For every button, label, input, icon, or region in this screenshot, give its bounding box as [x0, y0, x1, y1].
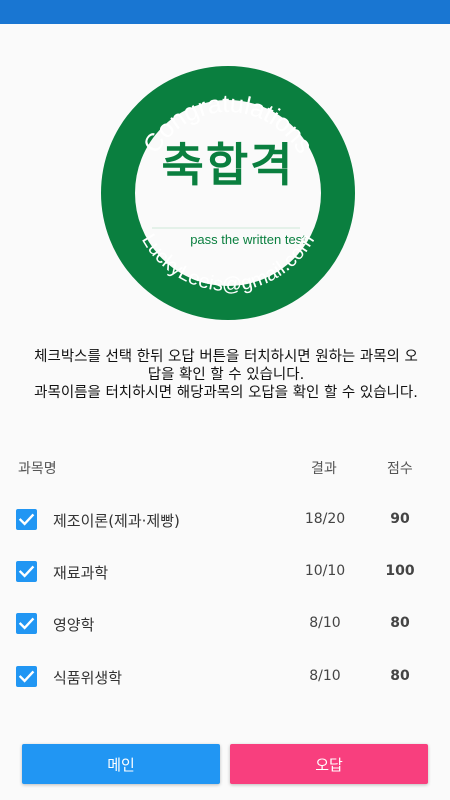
stamp-graphic: Congratulations 축합격 pass the written tes…	[101, 66, 355, 320]
subject-checkbox[interactable]	[16, 561, 37, 582]
subject-name[interactable]: 제조이론(제과·제빵)	[53, 510, 180, 531]
subject-row: 재료과학 10/10 100	[0, 552, 450, 592]
subject-result: 8/10	[309, 668, 341, 684]
subject-checkbox[interactable]	[16, 613, 37, 634]
header-result: 결과	[311, 461, 337, 477]
subject-checkbox[interactable]	[16, 666, 37, 687]
subject-score: 80	[390, 668, 410, 684]
subject-score: 90	[390, 511, 410, 527]
instruction-line-1: 체크박스를 선택 한뒤 오답 버튼을 터치하시면 원하는 과목의 오답을 확인 …	[34, 349, 418, 383]
subject-checkbox[interactable]	[16, 509, 37, 530]
checkmark-icon	[18, 617, 35, 630]
stamp-center-text: 축합격	[162, 138, 295, 192]
checkmark-icon	[18, 565, 35, 578]
subject-name[interactable]: 식품위생학	[53, 667, 122, 688]
instructions: 체크박스를 선택 한뒤 오답 버튼을 터치하시면 원하는 과목의 오답을 확인 …	[30, 348, 422, 402]
subject-row: 제조이론(제과·제빵) 18/20 90	[0, 500, 450, 540]
subject-score: 100	[385, 563, 415, 579]
main-button[interactable]: 메인	[22, 744, 220, 784]
subject-name[interactable]: 영양학	[53, 614, 94, 635]
status-bar	[0, 0, 450, 24]
subject-result: 10/10	[304, 563, 346, 579]
congratulations-stamp: Congratulations 축합격 pass the written tes…	[100, 65, 356, 321]
wrong-answers-button[interactable]: 오답	[230, 744, 428, 784]
instruction-line-2: 과목이름을 터치하시면 해당과목의 오답을 확인 할 수 있습니다.	[34, 385, 418, 401]
subject-name[interactable]: 재료과학	[53, 562, 108, 583]
checkmark-icon	[18, 670, 35, 683]
subject-score: 80	[390, 615, 410, 631]
checkmark-icon	[18, 513, 35, 526]
subject-row: 영양학 8/10 80	[0, 604, 450, 644]
table-header: 과목명 결과 점수	[0, 455, 450, 479]
subject-result: 18/20	[304, 511, 346, 527]
subject-row: 식품위생학 8/10 80	[0, 657, 450, 697]
subject-result: 8/10	[309, 615, 341, 631]
header-subject-name: 과목명	[18, 461, 57, 477]
stamp-sub-text: pass the written test	[190, 232, 306, 247]
header-score: 점수	[387, 461, 413, 477]
